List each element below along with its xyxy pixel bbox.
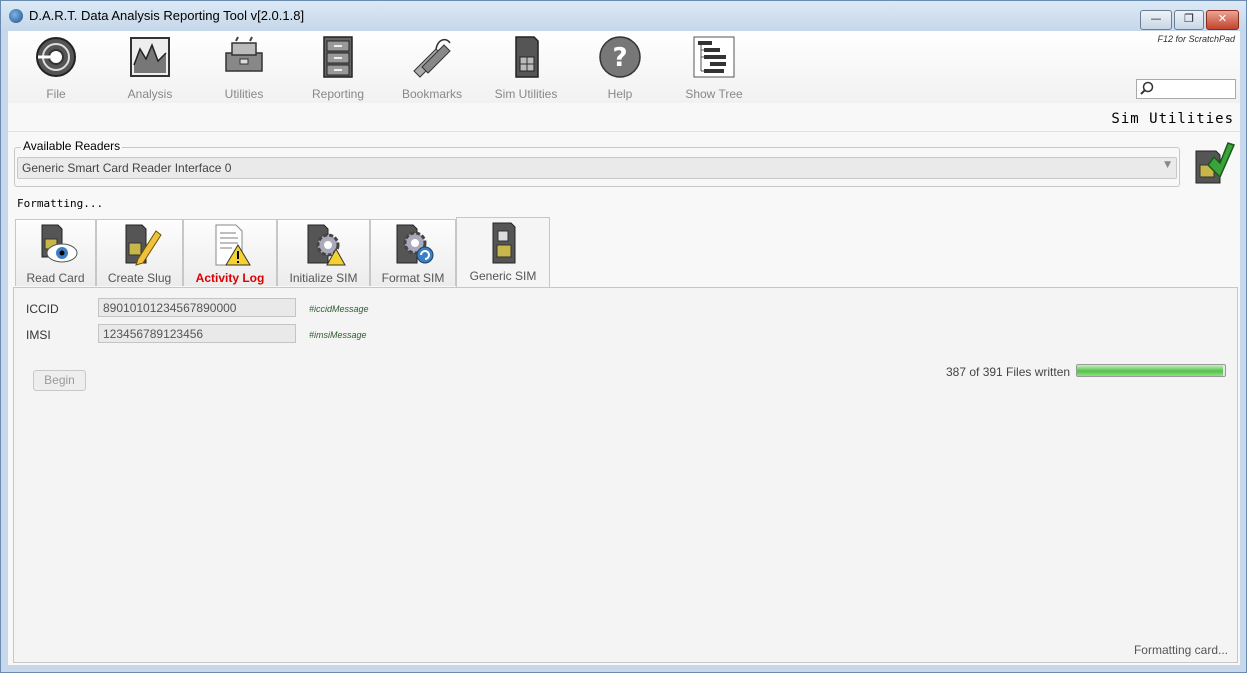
connect-reader-check-icon[interactable] — [1190, 141, 1236, 187]
progress-text: 387 of 391 Files written — [946, 365, 1071, 379]
tab-format-sim[interactable]: Format SIM — [370, 219, 456, 286]
help-icon: ? — [599, 36, 641, 78]
toolbar-label: Utilities — [224, 87, 264, 101]
tab-initialize-sim[interactable]: Initialize SIM — [277, 219, 370, 286]
available-readers-group: Available Readers Generic Smart Card Rea… — [14, 139, 1180, 187]
begin-button[interactable]: Begin — [33, 370, 86, 391]
progress-fill — [1077, 365, 1224, 376]
reader-select-value: Generic Smart Card Reader Interface 0 — [22, 161, 232, 175]
iccid-message: #iccidMessage — [309, 304, 369, 314]
toolbar-analysis-button[interactable]: Analysis — [110, 35, 190, 101]
client-area: File Analysis Utilities Reporting Bookma… — [8, 31, 1240, 665]
imsi-label: IMSI — [26, 328, 51, 342]
toolbar-help-button[interactable]: ? Help — [580, 35, 660, 101]
toolbar-reporting-button[interactable]: Reporting — [298, 35, 378, 101]
tab-create-slug[interactable]: Create Slug — [96, 219, 183, 286]
toolbar-file-button[interactable]: File — [16, 35, 96, 101]
title-bar: D.A.R.T. Data Analysis Reporting Tool v[… — [1, 1, 1246, 31]
status-text: Formatting... — [17, 197, 104, 210]
sim-eye-icon — [41, 224, 77, 263]
close-button[interactable]: ✕ — [1206, 10, 1239, 30]
sim-gear-refresh-icon — [396, 224, 434, 264]
toolbar-label: File — [46, 87, 66, 101]
readers-legend: Available Readers — [21, 139, 123, 153]
toolbar-label: Show Tree — [685, 87, 743, 101]
toolbar-label: Bookmarks — [401, 87, 463, 101]
toolbar-sim-utilities-button[interactable]: Sim Utilities — [486, 35, 566, 101]
toolbar-label: Reporting — [311, 87, 365, 101]
tab-label: Create Slug — [107, 271, 172, 285]
tab-activity-log[interactable]: Activity Log — [183, 219, 277, 286]
toolbar-label: Help — [607, 87, 633, 101]
sim-card-icon — [492, 222, 516, 264]
sim-gear-warning-icon — [307, 224, 346, 266]
toolbar-label: Analysis — [127, 87, 173, 101]
chevron-down-icon: ▼ — [1164, 160, 1171, 170]
imsi-field[interactable]: 123456789123456 — [98, 324, 296, 343]
search-input[interactable] — [1157, 81, 1235, 95]
app-window: D.A.R.T. Data Analysis Reporting Tool v[… — [0, 0, 1247, 673]
iccid-label: ICCID — [26, 302, 59, 316]
scratchpad-hint: F12 for ScratchPad — [1157, 34, 1235, 44]
generic-sim-panel: ICCID 89010101234567890000 #iccidMessage… — [13, 287, 1238, 663]
toolbar-show-tree-button[interactable]: Show Tree — [674, 35, 754, 101]
tab-generic-sim[interactable]: Generic SIM — [456, 217, 550, 287]
minimize-button[interactable]: — — [1140, 10, 1172, 30]
imsi-message: #imsiMessage — [309, 330, 367, 340]
tree-icon — [693, 36, 735, 78]
window-title: D.A.R.T. Data Analysis Reporting Tool v[… — [29, 8, 305, 23]
bookmarks-icon — [413, 38, 451, 78]
progress-bar — [1076, 364, 1226, 377]
main-toolbar: File Analysis Utilities Reporting Bookma… — [8, 31, 1240, 103]
log-warning-icon — [215, 224, 251, 266]
reader-select[interactable]: Generic Smart Card Reader Interface 0 ▼ — [17, 157, 1177, 179]
tab-read-card[interactable]: Read Card — [15, 219, 96, 286]
tab-label: Initialize SIM — [289, 271, 358, 285]
app-logo-icon — [9, 9, 23, 23]
analysis-chart-icon — [130, 37, 170, 77]
search-box[interactable] — [1136, 79, 1236, 99]
tab-label: Read Card — [26, 271, 85, 285]
svg-text:?: ? — [612, 43, 627, 73]
file-disc-icon — [36, 37, 76, 77]
toolbox-icon — [225, 36, 263, 72]
toolbar-label: Sim Utilities — [494, 87, 558, 101]
tab-label: Format SIM — [381, 271, 445, 285]
footer-status: Formatting card... — [1133, 643, 1228, 657]
filing-cabinet-icon — [323, 36, 353, 78]
section-title: Sim Utilities — [1111, 111, 1234, 127]
tab-label: Activity Log — [195, 271, 265, 285]
maximize-button[interactable]: ❐ — [1174, 10, 1204, 30]
iccid-field[interactable]: 89010101234567890000 — [98, 298, 296, 317]
search-icon — [1140, 81, 1154, 95]
tab-label: Generic SIM — [469, 269, 537, 283]
toolbar-bookmarks-button[interactable]: Bookmarks — [392, 35, 472, 101]
sim-card-icon — [515, 36, 539, 78]
toolbar-utilities-button[interactable]: Utilities — [204, 35, 284, 101]
sim-pencil-icon — [125, 224, 162, 266]
divider — [8, 131, 1240, 132]
